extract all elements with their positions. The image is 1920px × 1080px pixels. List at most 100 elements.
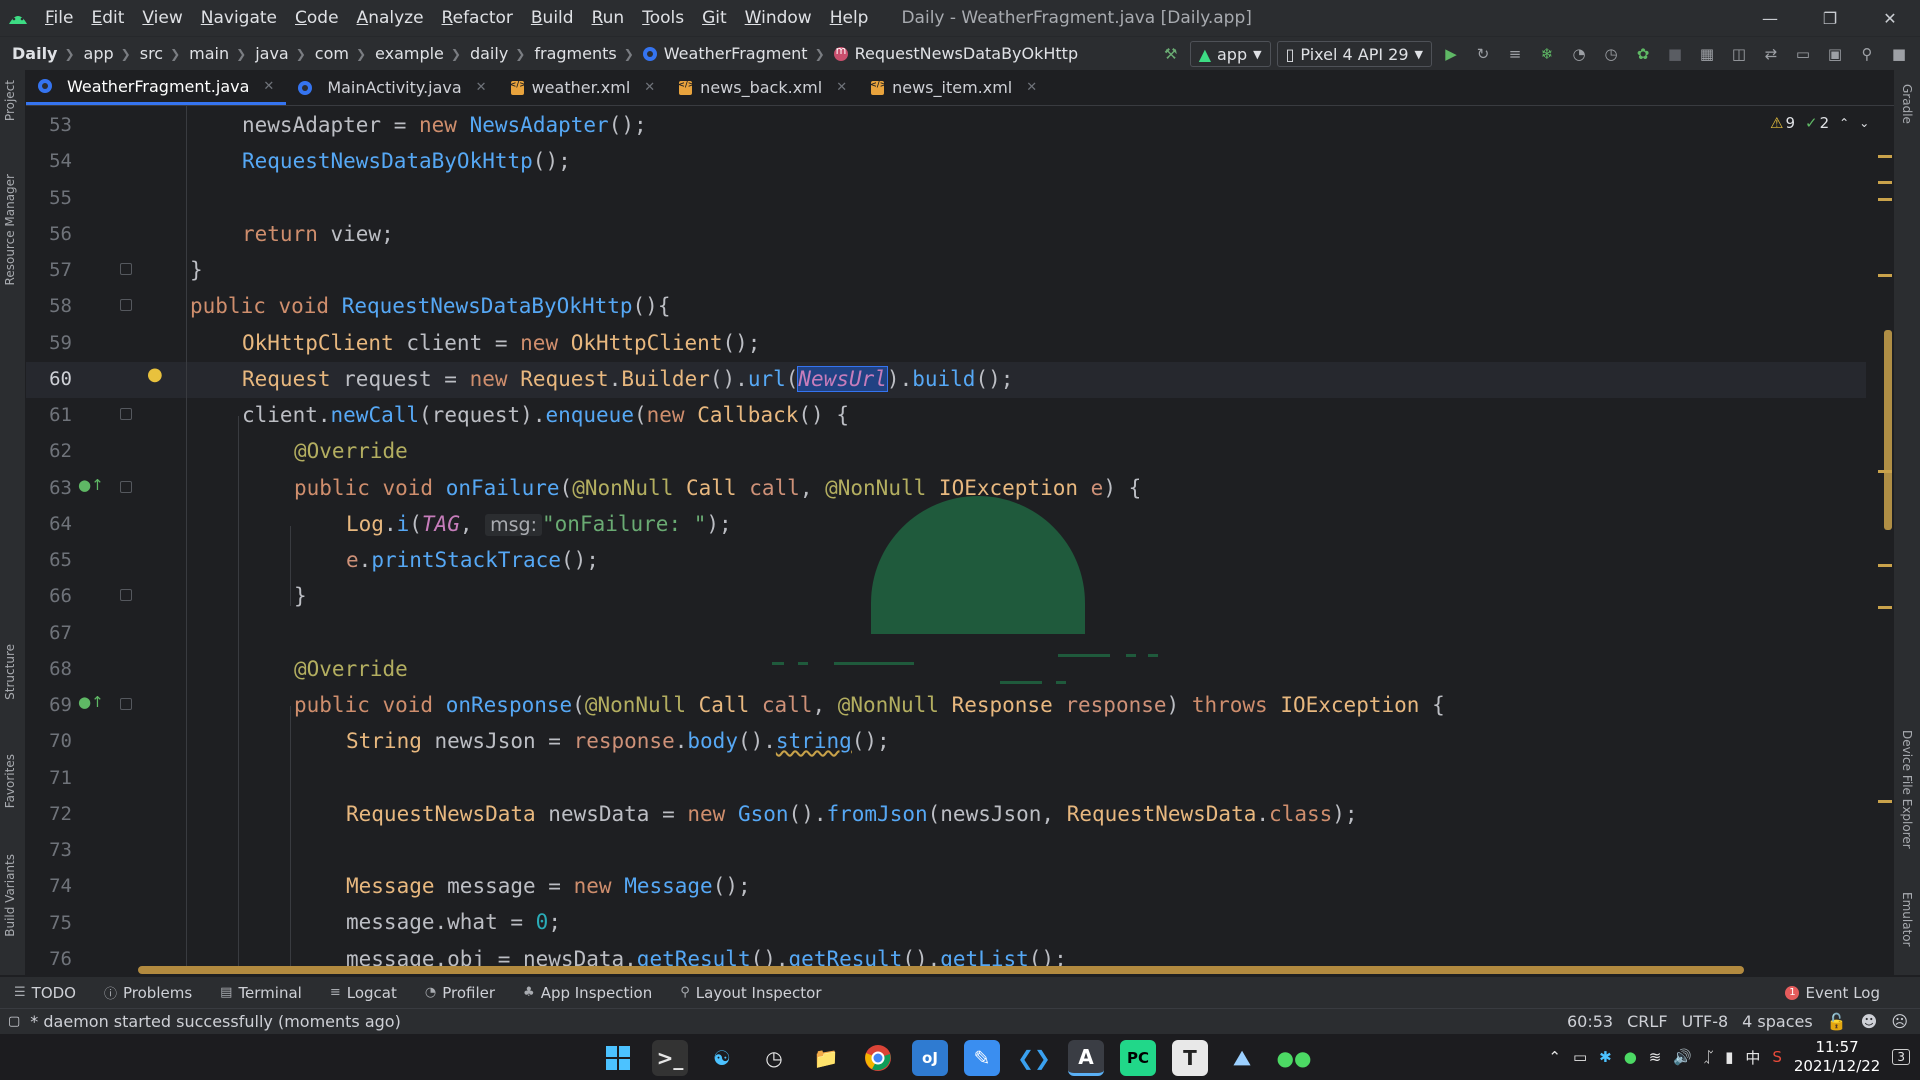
close-tab-icon[interactable]: ✕: [1026, 80, 1037, 95]
tool-window-structure[interactable]: Structure: [3, 644, 17, 700]
clock-app-icon[interactable]: ◷: [756, 1040, 792, 1076]
account-icon[interactable]: ■: [1886, 41, 1912, 67]
fold-marker-icon[interactable]: [120, 299, 132, 311]
error-stripe-mark[interactable]: [1878, 274, 1892, 277]
device-manager-icon[interactable]: ▭: [1790, 41, 1816, 67]
fold-marker-icon[interactable]: [120, 408, 132, 420]
override-marker-icon[interactable]: ●↑: [78, 476, 104, 494]
tool-app-inspection[interactable]: ♣ App Inspection: [509, 984, 666, 1002]
indent-setting[interactable]: 4 spaces: [1742, 1012, 1813, 1031]
tool-window-gradle[interactable]: Gradle: [1900, 84, 1914, 124]
menu-view[interactable]: View: [133, 0, 191, 36]
breadcrumb-class[interactable]: WeatherFragment: [664, 44, 808, 63]
breadcrumb-src[interactable]: src: [140, 44, 163, 63]
volume-icon[interactable]: 🔊: [1673, 1048, 1692, 1066]
sdk-manager-icon[interactable]: ▣: [1822, 41, 1848, 67]
run-icon[interactable]: ▶: [1438, 41, 1464, 67]
fold-marker-icon[interactable]: [120, 481, 132, 493]
start-icon[interactable]: [600, 1040, 636, 1076]
bluetooth-icon[interactable]: ᛢ: [1704, 1048, 1713, 1066]
caret-position[interactable]: 60:53: [1567, 1012, 1613, 1031]
close-tab-icon[interactable]: ✕: [476, 80, 487, 95]
tab-weatherfragment[interactable]: WeatherFragment.java ✕: [26, 70, 287, 105]
menu-refactor[interactable]: Refactor: [433, 0, 522, 36]
stop-icon[interactable]: ■: [1662, 41, 1688, 67]
tool-window-device-file-explorer[interactable]: Device File Explorer: [1900, 730, 1914, 849]
tool-problems[interactable]: ⓘ Problems: [90, 983, 206, 1003]
tool-todo[interactable]: ☰ TODO: [0, 984, 90, 1002]
breadcrumb-project[interactable]: Daily: [12, 44, 57, 63]
menu-file[interactable]: File: [36, 0, 82, 36]
notification-badge[interactable]: 3: [1892, 1049, 1910, 1065]
translate-app-icon[interactable]: ☯: [704, 1040, 740, 1076]
attach-debugger-icon[interactable]: ✿: [1630, 41, 1656, 67]
lock-icon[interactable]: 🔓: [1827, 1012, 1847, 1031]
breadcrumb-java[interactable]: java: [255, 44, 289, 63]
menu-help[interactable]: Help: [821, 0, 878, 36]
apply-code-changes-icon[interactable]: ≡: [1502, 41, 1528, 67]
avd-manager-icon[interactable]: ◫: [1726, 41, 1752, 67]
search-icon[interactable]: ⚲: [1854, 41, 1880, 67]
breadcrumb-method[interactable]: RequestNewsDataByOkHttp: [855, 44, 1078, 63]
error-stripe-mark[interactable]: [1878, 800, 1892, 803]
status-message[interactable]: * daemon started successfully (moments a…: [30, 1012, 401, 1031]
minimize-button[interactable]: —: [1740, 0, 1800, 36]
tool-window-project[interactable]: Project: [3, 80, 17, 121]
panel-toggle-icon[interactable]: ▢: [8, 1014, 20, 1029]
code-editor[interactable]: 53 54 55 56 57 58 59 60 61 62 63 64 65 6…: [26, 106, 1894, 974]
hammer-build-icon[interactable]: ⚒: [1158, 41, 1184, 67]
project-structure-icon[interactable]: ▦: [1694, 41, 1720, 67]
breadcrumb-daily[interactable]: daily: [470, 44, 508, 63]
input-language[interactable]: 中: [1745, 1047, 1760, 1068]
line-separator[interactable]: CRLF: [1627, 1012, 1667, 1031]
menu-analyze[interactable]: Analyze: [348, 0, 433, 36]
pycharm-icon[interactable]: PC: [1120, 1040, 1156, 1076]
device-select[interactable]: ▯ Pixel 4 API 29 ▼: [1276, 41, 1432, 67]
editor-gutter[interactable]: 53 54 55 56 57 58 59 60 61 62 63 64 65 6…: [26, 106, 163, 974]
tool-event-log[interactable]: 1 Event Log: [1785, 984, 1880, 1002]
error-stripe-mark[interactable]: [1878, 606, 1892, 609]
close-button[interactable]: ✕: [1860, 0, 1920, 36]
horizontal-scrollbar[interactable]: [138, 966, 1744, 974]
coverage-icon[interactable]: ◔: [1566, 41, 1592, 67]
lightbulb-icon[interactable]: ●: [147, 364, 163, 385]
chevron-down-icon[interactable]: ⌄: [1859, 116, 1869, 130]
tab-news-back-xml[interactable]: news_back.xml ✕: [667, 70, 859, 105]
inspection-widget[interactable]: ⚠ 9 ✓ 2 ⌃ ⌄: [1770, 114, 1869, 132]
battery-icon[interactable]: ▮: [1725, 1048, 1733, 1066]
profile-icon[interactable]: ◷: [1598, 41, 1624, 67]
office-app-icon[interactable]: oJ: [912, 1040, 948, 1076]
tablet-icon[interactable]: ▭: [1573, 1048, 1587, 1066]
vscode-icon[interactable]: ❮❯: [1016, 1040, 1052, 1076]
feishu-app-icon[interactable]: ✎: [964, 1040, 1000, 1076]
vertical-scrollbar[interactable]: [1884, 330, 1892, 530]
wifi-icon[interactable]: ≋: [1649, 1048, 1662, 1066]
breadcrumb-main[interactable]: main: [189, 44, 229, 63]
clock[interactable]: 11:57 2021/12/22: [1794, 1038, 1880, 1076]
breadcrumb-app[interactable]: app: [84, 44, 114, 63]
sync-gradle-icon[interactable]: ⇄: [1758, 41, 1784, 67]
typora-icon[interactable]: T: [1172, 1040, 1208, 1076]
tool-window-favorites[interactable]: Favorites: [3, 754, 17, 808]
fold-marker-icon[interactable]: [120, 698, 132, 710]
menu-window[interactable]: Window: [736, 0, 821, 36]
smile-feedback-icon[interactable]: ☻: [1861, 1012, 1878, 1031]
menu-tools[interactable]: Tools: [633, 0, 693, 36]
close-tab-icon[interactable]: ✕: [836, 80, 847, 95]
tool-profiler[interactable]: ◔ Profiler: [411, 984, 509, 1002]
tool-window-emulator[interactable]: Emulator: [1900, 892, 1914, 947]
apply-changes-icon[interactable]: ↻: [1470, 41, 1496, 67]
chevron-up-icon[interactable]: ⌃: [1839, 116, 1849, 130]
terminal-app-icon[interactable]: >_: [652, 1040, 688, 1076]
debug-icon[interactable]: ❄: [1534, 41, 1560, 67]
file-explorer-icon[interactable]: 📁: [808, 1040, 844, 1076]
tool-window-resource-manager[interactable]: Resource Manager: [3, 174, 17, 285]
menu-edit[interactable]: Edit: [82, 0, 133, 36]
tool-terminal[interactable]: ▤ Terminal: [206, 984, 316, 1002]
android-studio-taskbar-icon[interactable]: A: [1068, 1040, 1104, 1076]
ime-icon[interactable]: S: [1772, 1048, 1782, 1066]
close-tab-icon[interactable]: ✕: [263, 79, 274, 94]
error-stripe-mark[interactable]: [1878, 198, 1892, 201]
run-config-select[interactable]: ▲ app ▼: [1189, 41, 1271, 67]
breadcrumb-example[interactable]: example: [375, 44, 444, 63]
